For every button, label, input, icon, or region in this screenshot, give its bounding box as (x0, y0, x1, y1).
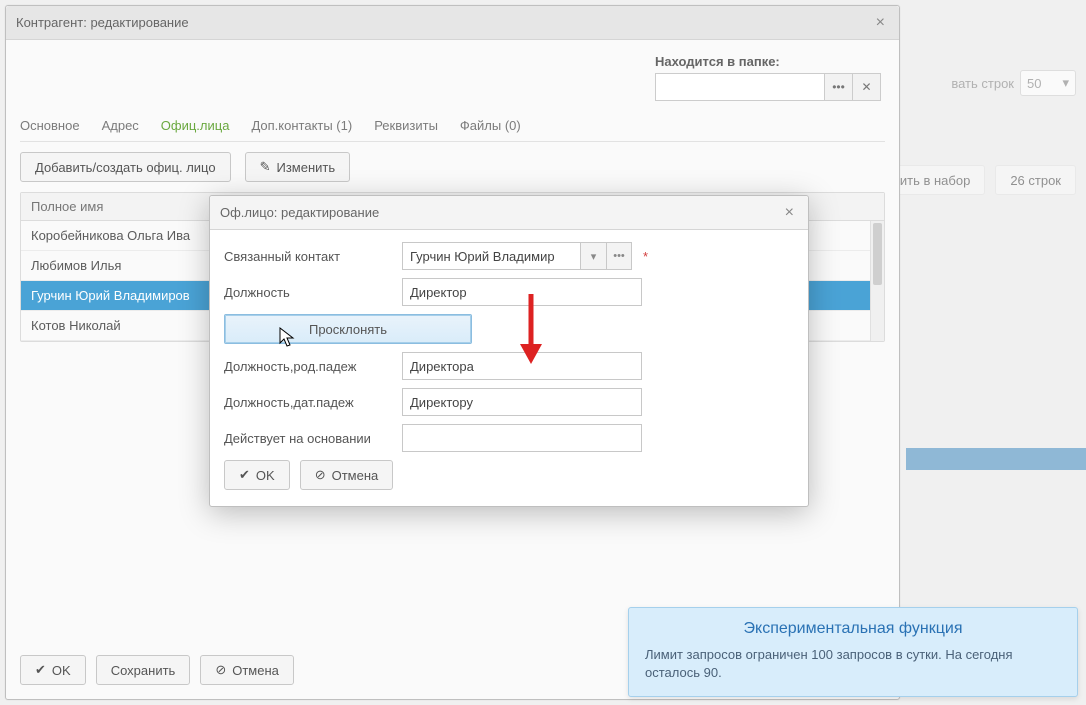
ellipsis-icon: ••• (832, 80, 845, 94)
contact-row: Связанный контакт ▾ ••• * (224, 242, 794, 270)
tab-contacts[interactable]: Доп.контакты (1) (251, 116, 352, 135)
table-scrollbar[interactable] (870, 221, 884, 341)
toast-title: Экспериментальная функция (645, 620, 1061, 638)
tab-address[interactable]: Адрес (102, 116, 139, 135)
position-gen-label: Должность,род.падеж (224, 359, 394, 374)
folder-label: Находится в папке: (655, 54, 881, 69)
pencil-icon: ✎ (260, 159, 271, 175)
ellipsis-icon: ••• (613, 250, 625, 262)
position-label: Должность (224, 285, 394, 300)
basis-label: Действует на основании (224, 431, 394, 446)
tab-files[interactable]: Файлы (0) (460, 116, 521, 135)
tab-main[interactable]: Основное (20, 116, 80, 135)
dialog-footer: ✔OK ⊘Отмена (224, 460, 794, 490)
dialog-cancel-button[interactable]: ⊘Отмена (300, 460, 394, 490)
folder-input-group: ••• ✕ (655, 73, 881, 101)
close-icon: ✕ (861, 80, 871, 94)
ban-icon: ⊘ (215, 662, 226, 678)
dialog-title: Оф.лицо: редактирование (220, 205, 379, 220)
folder-field: Находится в папке: ••• ✕ (655, 54, 881, 101)
close-icon[interactable]: × (872, 14, 889, 32)
folder-input[interactable] (655, 73, 825, 101)
check-icon: ✔ (239, 467, 250, 483)
basis-input[interactable] (402, 424, 642, 452)
position-dat-label: Должность,дат.падеж (224, 395, 394, 410)
position-input[interactable] (402, 278, 642, 306)
position-dat-input[interactable] (402, 388, 642, 416)
window-titlebar: Контрагент: редактирование × (6, 6, 899, 40)
cancel-button[interactable]: ⊘Отмена (200, 655, 294, 685)
contact-more-button[interactable]: ••• (606, 242, 632, 270)
tabs: Основное Адрес Офиц.лица Доп.контакты (1… (20, 116, 885, 142)
tab-officials[interactable]: Офиц.лица (161, 116, 230, 135)
contact-input[interactable] (402, 242, 580, 270)
position-gen-input[interactable] (402, 352, 642, 380)
contact-combo: ▾ ••• (402, 242, 632, 270)
dialog-body: Связанный контакт ▾ ••• * Должность Прос… (210, 230, 808, 506)
officials-toolbar: Добавить/создать офиц. лицо ✎Изменить (20, 152, 885, 182)
official-edit-dialog: Оф.лицо: редактирование × Связанный конт… (209, 195, 809, 507)
edit-official-button[interactable]: ✎Изменить (245, 152, 351, 182)
check-icon: ✔ (35, 662, 46, 678)
ok-button[interactable]: ✔OK (20, 655, 86, 685)
save-button[interactable]: Сохранить (96, 655, 191, 685)
contact-label: Связанный контакт (224, 249, 394, 264)
position-row: Должность (224, 278, 794, 306)
position-dat-row: Должность,дат.падеж (224, 388, 794, 416)
contact-dropdown-button[interactable]: ▾ (580, 242, 606, 270)
position-gen-row: Должность,род.падеж (224, 352, 794, 380)
window-footer: ✔OK Сохранить ⊘Отмена (20, 655, 294, 685)
required-marker: * (643, 249, 648, 264)
toast-message: Лимит запросов ограничен 100 запросов в … (645, 646, 1061, 682)
scrollbar-thumb[interactable] (873, 223, 882, 285)
dialog-titlebar: Оф.лицо: редактирование × (210, 196, 808, 230)
close-icon[interactable]: × (781, 204, 798, 222)
folder-clear-button[interactable]: ✕ (853, 73, 881, 101)
decline-button[interactable]: Просклонять (224, 314, 472, 344)
decline-row: Просклонять (224, 314, 794, 344)
chevron-down-icon: ▾ (591, 250, 597, 263)
folder-more-button[interactable]: ••• (825, 73, 853, 101)
ban-icon: ⊘ (315, 467, 326, 483)
add-official-button[interactable]: Добавить/создать офиц. лицо (20, 152, 231, 182)
experimental-toast: Экспериментальная функция Лимит запросов… (628, 607, 1078, 697)
basis-row: Действует на основании (224, 424, 794, 452)
dialog-ok-button[interactable]: ✔OK (224, 460, 290, 490)
tab-requisites[interactable]: Реквизиты (374, 116, 438, 135)
window-title: Контрагент: редактирование (16, 15, 189, 30)
